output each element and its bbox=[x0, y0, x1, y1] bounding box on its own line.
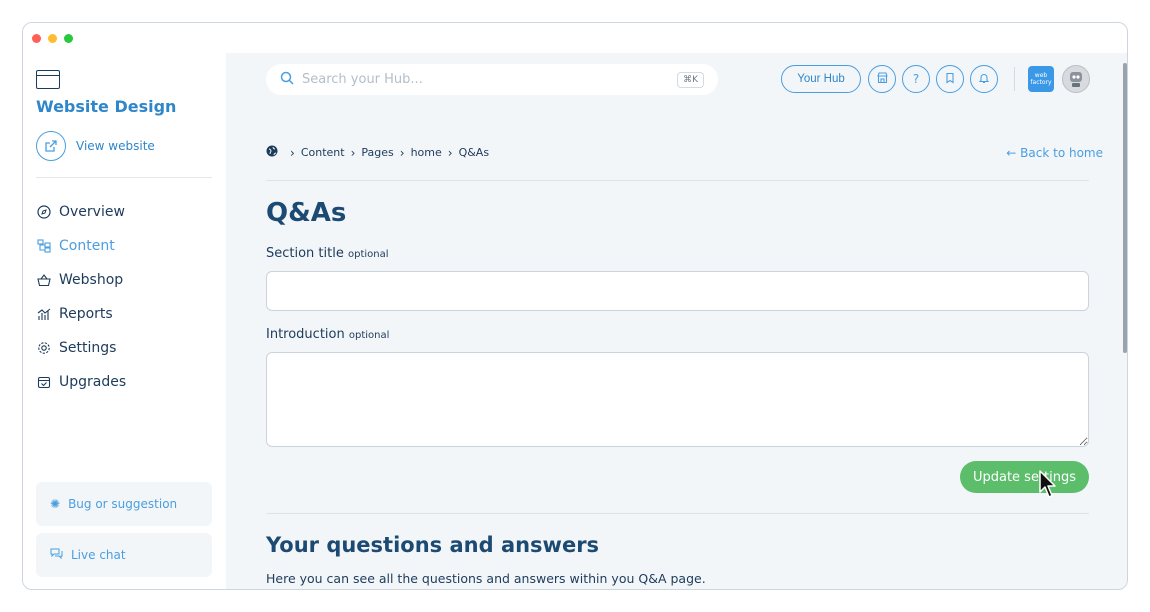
introduction-label: Introduction optional bbox=[266, 327, 389, 342]
sidebar-item-label: Webshop bbox=[59, 272, 124, 288]
question-icon: ? bbox=[912, 72, 920, 86]
sidebar-item-settings[interactable]: Settings bbox=[36, 331, 126, 365]
breadcrumb-item-content[interactable]: Content bbox=[301, 146, 345, 159]
your-hub-button[interactable]: Your Hub bbox=[781, 65, 861, 93]
bug-suggestion-button[interactable]: ✺ Bug or suggestion bbox=[36, 482, 212, 526]
bookmark-icon bbox=[944, 72, 956, 87]
notifications-button[interactable] bbox=[970, 65, 998, 93]
web-factory-logo[interactable]: web factory bbox=[1028, 66, 1054, 92]
section-title-label: Section title optional bbox=[266, 246, 389, 261]
browser-window-icon bbox=[36, 70, 60, 89]
breadcrumb-item-pages[interactable]: Pages bbox=[361, 146, 393, 159]
update-settings-button[interactable]: Update settings bbox=[960, 461, 1089, 493]
chevron-right-icon: › bbox=[447, 145, 453, 160]
external-link-icon bbox=[36, 131, 66, 161]
minimize-window-button[interactable] bbox=[48, 34, 57, 43]
sitemap-icon bbox=[36, 239, 51, 254]
search-input[interactable] bbox=[302, 72, 678, 87]
store-icon bbox=[876, 71, 889, 87]
basket-icon bbox=[36, 273, 51, 288]
sidebar: Website Design View website Overview Con… bbox=[23, 53, 226, 589]
bug-suggestion-label: Bug or suggestion bbox=[68, 497, 178, 511]
breadcrumb-item-home[interactable]: home bbox=[411, 146, 442, 159]
search-icon bbox=[280, 71, 294, 89]
maximize-window-button[interactable] bbox=[64, 34, 73, 43]
logo-text: web factory bbox=[1030, 72, 1052, 86]
back-to-home-link[interactable]: ← Back to home bbox=[1006, 146, 1103, 160]
page-title: Q&As bbox=[266, 198, 347, 228]
chevron-right-icon: › bbox=[350, 145, 356, 160]
sidebar-item-upgrades[interactable]: Upgrades bbox=[36, 365, 126, 399]
gear-icon bbox=[36, 341, 51, 356]
questions-section-title: Your questions and answers bbox=[266, 533, 600, 557]
main-content: ⌘K Your Hub ? web factory › Content › Pa… bbox=[226, 53, 1127, 589]
user-avatar[interactable] bbox=[1062, 65, 1090, 93]
sidebar-item-label: Overview bbox=[59, 204, 125, 220]
sidebar-item-reports[interactable]: Reports bbox=[36, 297, 126, 331]
questions-section-description: Here you can see all the questions and a… bbox=[266, 571, 706, 586]
close-window-button[interactable] bbox=[32, 34, 41, 43]
sidebar-item-label: Upgrades bbox=[59, 374, 127, 390]
breadcrumb-item-current: Q&As bbox=[458, 146, 490, 159]
app-window: Website Design View website Overview Con… bbox=[22, 22, 1128, 590]
live-chat-button[interactable]: Live chat bbox=[36, 533, 212, 577]
help-button[interactable]: ? bbox=[902, 65, 930, 93]
sidebar-nav: Overview Content Webshop Reports Setting… bbox=[36, 195, 126, 399]
bug-icon: ✺ bbox=[50, 497, 61, 511]
search-bar[interactable]: ⌘K bbox=[266, 64, 718, 95]
breadcrumb: › Content › Pages › home › Q&As bbox=[266, 145, 489, 160]
section-separator bbox=[266, 513, 1089, 514]
sidebar-item-label: Settings bbox=[59, 340, 117, 356]
sidebar-item-webshop[interactable]: Webshop bbox=[36, 263, 126, 297]
section-title-input[interactable] bbox=[266, 271, 1089, 311]
header-separator bbox=[266, 180, 1089, 181]
chevron-right-icon: › bbox=[290, 145, 295, 160]
introduction-textarea[interactable] bbox=[266, 352, 1089, 447]
optional-tag: optional bbox=[348, 249, 389, 260]
sidebar-divider bbox=[36, 177, 212, 178]
vertical-scrollbar[interactable] bbox=[1123, 63, 1127, 353]
sidebar-item-content[interactable]: Content bbox=[36, 229, 126, 263]
live-chat-label: Live chat bbox=[71, 548, 126, 562]
robot-avatar-icon bbox=[1065, 66, 1087, 92]
chevron-right-icon: › bbox=[399, 145, 405, 160]
bell-icon bbox=[978, 72, 990, 87]
sidebar-item-label: Content bbox=[59, 238, 115, 254]
bookmark-button[interactable] bbox=[936, 65, 964, 93]
mouse-pointer-icon bbox=[1039, 470, 1056, 498]
header-divider bbox=[1014, 67, 1015, 91]
sidebar-item-overview[interactable]: Overview bbox=[36, 195, 126, 229]
optional-tag: optional bbox=[348, 330, 390, 341]
search-shortcut-badge: ⌘K bbox=[677, 71, 704, 88]
view-website-label: View website bbox=[76, 139, 155, 153]
view-website-link[interactable]: View website bbox=[36, 131, 155, 161]
shop-button[interactable] bbox=[868, 65, 896, 93]
chart-icon bbox=[36, 307, 51, 322]
sidebar-item-label: Reports bbox=[59, 306, 113, 322]
calendar-check-icon bbox=[36, 375, 51, 390]
globe-icon[interactable] bbox=[266, 145, 278, 160]
section-title-label-text: Section title bbox=[266, 246, 344, 261]
site-title: Website Design bbox=[36, 97, 177, 116]
chat-icon bbox=[50, 547, 63, 563]
introduction-label-text: Introduction bbox=[266, 327, 345, 342]
title-bar bbox=[23, 23, 1127, 53]
compass-icon bbox=[36, 205, 51, 220]
